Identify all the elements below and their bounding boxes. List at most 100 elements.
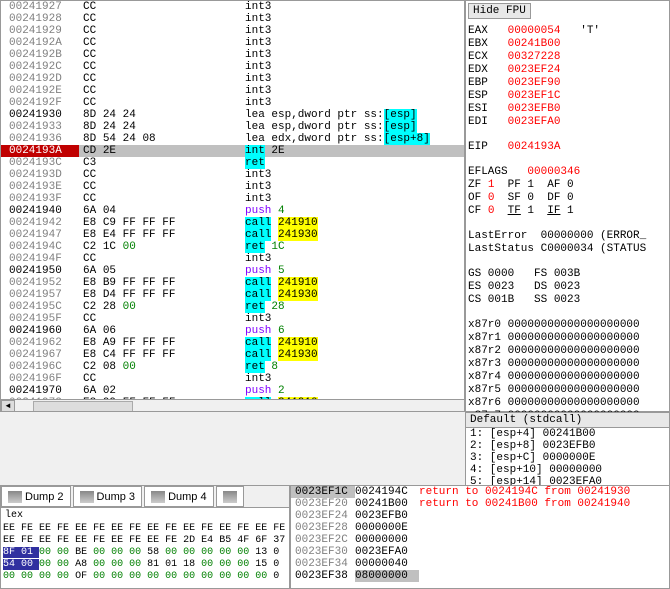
hex-row[interactable]: EE FE EE FE EE FE EE FE EE FE EE FE EE F… [3, 523, 287, 535]
flag-row[interactable]: ZF 1 PF 1 AF 0 [468, 179, 667, 192]
disasm-row[interactable]: 00241927CC int3 [1, 1, 464, 13]
segment-row[interactable]: GS 0000 FS 003B [468, 268, 667, 281]
disasm-row[interactable]: 0024196CC2 08 00 ret 8 [1, 361, 464, 373]
register-edx[interactable]: EDX 0023EF24 [468, 64, 667, 77]
mnemonic: int3 [241, 85, 464, 97]
hex-row[interactable]: 54 00 00 00 A8 00 00 00 81 01 18 00 00 0… [3, 559, 287, 571]
disasm-row[interactable]: 0024192CCC int3 [1, 61, 464, 73]
hex-row[interactable]: EE FE EE FE EE FE EE FE EE FE 2D E4 B5 4… [3, 535, 287, 547]
fpu-register[interactable]: x87r1 00000000000000000000 [468, 332, 667, 345]
stack-arg[interactable]: 3: [esp+C] 0000000E [466, 452, 669, 464]
segment-row[interactable]: CS 001B SS 0023 [468, 294, 667, 307]
register-ebx[interactable]: EBX 00241B00 [468, 38, 667, 51]
disasm-row[interactable]: 002419606A 06 push 6 [1, 325, 464, 337]
disasm-row[interactable]: 0024193DCC int3 [1, 169, 464, 181]
register-esi[interactable]: ESI 0023EFB0 [468, 103, 667, 116]
register-eax[interactable]: EAX 00000054 'T' [468, 25, 667, 38]
register-ebp[interactable]: EBP 0023EF90 [468, 77, 667, 90]
disasm-row[interactable]: 0024193ACD 2E int 2E [1, 145, 464, 157]
fpu-register[interactable]: x87r3 00000000000000000000 [468, 358, 667, 371]
eflags[interactable]: EFLAGS 00000346 [468, 166, 667, 179]
bytes: CC [79, 181, 241, 193]
disasm-row[interactable]: 0024192ACC int3 [1, 37, 464, 49]
address: 00241936 [1, 133, 79, 145]
register-edi[interactable]: EDI 0023EFA0 [468, 116, 667, 129]
segment-row[interactable]: ES 0023 DS 0023 [468, 281, 667, 294]
disasm-row[interactable]: 002419308D 24 24 lea esp,dword ptr ss:[e… [1, 109, 464, 121]
disasm-row[interactable]: 002419406A 04 push 4 [1, 205, 464, 217]
stack-value: 08000000 [355, 570, 419, 582]
disasm-row[interactable]: 00241947E8 E4 FF FF FF call 241930 [1, 229, 464, 241]
disasm-row[interactable]: 0024193FCC int3 [1, 193, 464, 205]
stack-arg[interactable]: 1: [esp+4] 00241B00 [466, 428, 669, 440]
disasm-row[interactable]: 0024192DCC int3 [1, 73, 464, 85]
register-eip[interactable]: EIP 0024193A [468, 141, 667, 154]
scroll-thumb[interactable] [33, 401, 133, 413]
fpu-register[interactable]: x87r2 00000000000000000000 [468, 345, 667, 358]
horizontal-scrollbar[interactable]: ◄ [1, 399, 464, 412]
dump-tab-more[interactable] [216, 486, 244, 507]
disasm-row[interactable]: 002419368D 54 24 08 lea edx,dword ptr ss… [1, 133, 464, 145]
mnemonic: call 241930 [241, 349, 464, 361]
dump-tab[interactable]: Dump 4 [144, 486, 214, 507]
disasm-row[interactable]: 0024196FCC int3 [1, 373, 464, 385]
hide-fpu-button[interactable]: Hide FPU [468, 3, 531, 19]
disasm-row[interactable]: 002419506A 05 push 5 [1, 265, 464, 277]
memory-dump-panel: Dump 2Dump 3Dump 4 lex EE FE EE FE EE FE… [0, 485, 290, 589]
mnemonic: call 241910 [241, 397, 464, 399]
disasm-row[interactable]: 0024193ECC int3 [1, 181, 464, 193]
stack-panel[interactable]: 0023EF1C0024194Creturn to 0024194C from … [290, 485, 670, 589]
disasm-row[interactable]: 002419338D 24 24 lea esp,dword ptr ss:[e… [1, 121, 464, 133]
calling-convention-label[interactable]: Default (stdcall) [466, 413, 669, 428]
disasm-row[interactable]: 002419706A 02 push 2 [1, 385, 464, 397]
disasm-row[interactable]: 00241967E8 C4 FF FF FF call 241930 [1, 349, 464, 361]
mnemonic: lea esp,dword ptr ss:[esp] [241, 109, 464, 121]
disasm-row[interactable]: 00241942E8 C9 FF FF FF call 241910 [1, 217, 464, 229]
disasm-row[interactable]: 00241928CC int3 [1, 13, 464, 25]
fpu-register[interactable]: x87r6 00000000000000000000 [468, 397, 667, 410]
dump-tab[interactable]: Dump 2 [1, 486, 71, 507]
disasm-row[interactable]: 0024193CC3 ret [1, 157, 464, 169]
hex-row[interactable]: 8F 01 00 00 BE 00 00 00 58 00 00 00 00 0… [3, 547, 287, 559]
stack-row[interactable]: 0023EF2000241B00return to 00241B00 from … [291, 498, 669, 510]
address: 00241940 [1, 205, 79, 217]
disasm-row[interactable]: 0024192ECC int3 [1, 85, 464, 97]
disasm-row[interactable]: 0024194FCC int3 [1, 253, 464, 265]
fpu-register[interactable]: x87r0 00000000000000000000 [468, 319, 667, 332]
disasm-row[interactable]: 00241962E8 A9 FF FF FF call 241910 [1, 337, 464, 349]
disasm-row[interactable]: 0024194CC2 1C 00 ret 1C [1, 241, 464, 253]
disasm-row[interactable]: 0024195CC2 28 00 ret 28 [1, 301, 464, 313]
address: 0024192F [1, 97, 79, 109]
disasm-row[interactable]: 0024195FCC int3 [1, 313, 464, 325]
disasm-row[interactable]: 00241929CC int3 [1, 25, 464, 37]
register-esp[interactable]: ESP 0023EF1C [468, 90, 667, 103]
hex-row[interactable]: 00 00 00 00 OF 00 00 00 00 00 00 00 00 0… [3, 571, 287, 583]
dump-tab[interactable]: Dump 3 [73, 486, 143, 507]
register-ecx[interactable]: ECX 00327228 [468, 51, 667, 64]
stack-arg[interactable]: 4: [esp+10] 00000000 [466, 464, 669, 476]
stack-row[interactable]: 0023EF300023EFA0 [291, 546, 669, 558]
bytes: E8 A9 FF FF FF [79, 337, 241, 349]
stack-row[interactable]: 0023EF3808000000 [291, 570, 669, 582]
stack-row[interactable]: 0023EF2C00000000 [291, 534, 669, 546]
stack-row[interactable]: 0023EF240023EFB0 [291, 510, 669, 522]
scroll-left-icon[interactable]: ◄ [1, 400, 15, 413]
stack-row[interactable]: 0023EF280000000E [291, 522, 669, 534]
disasm-row[interactable]: 00241957E8 D4 FF FF FF call 241930 [1, 289, 464, 301]
fpu-register[interactable]: x87r4 00000000000000000000 [468, 371, 667, 384]
disasm-row[interactable]: 00241972E8 99 FF FF FF call 241910 [1, 397, 464, 399]
address: 0024196F [1, 373, 79, 385]
mnemonic: push 5 [241, 265, 464, 277]
mnemonic: int3 [241, 49, 464, 61]
disasm-row[interactable]: 0024192FCC int3 [1, 97, 464, 109]
disassembly-panel[interactable]: 00241927CC int300241928CC int300241929CC… [0, 0, 465, 412]
flag-row[interactable]: OF 0 SF 0 DF 0 [468, 192, 667, 205]
stack-row[interactable]: 0023EF3400000040 [291, 558, 669, 570]
stack-arg[interactable]: 2: [esp+8] 0023EFB0 [466, 440, 669, 452]
fpu-register[interactable]: x87r5 00000000000000000000 [468, 384, 667, 397]
disasm-row[interactable]: 0024192BCC int3 [1, 49, 464, 61]
stack-row[interactable]: 0023EF1C0024194Creturn to 0024194C from … [291, 486, 669, 498]
flag-row[interactable]: CF 0 TF 1 IF 1 [468, 205, 667, 218]
address: 00241930 [1, 109, 79, 121]
disasm-row[interactable]: 00241952E8 B9 FF FF FF call 241910 [1, 277, 464, 289]
